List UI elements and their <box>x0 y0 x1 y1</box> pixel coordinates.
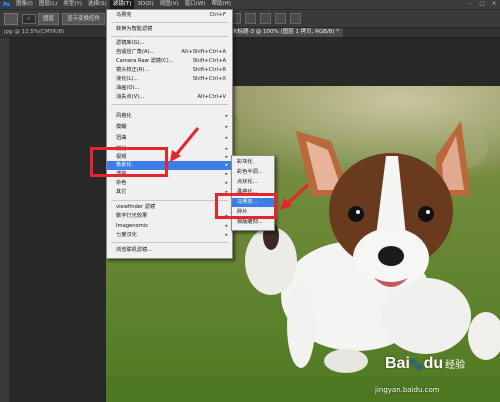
filter-menu-item[interactable]: viewfinder 滤镜 <box>107 203 232 212</box>
3d-mode-icon[interactable] <box>290 13 301 24</box>
filter-menu-item[interactable]: 杂色 ▸ <box>107 179 232 188</box>
filter-menu-item[interactable]: 风格化 ▸ <box>107 112 232 121</box>
auto-select-checkbox[interactable]: ✓ <box>22 14 36 24</box>
submenu-arrow-icon: ▸ <box>225 162 228 168</box>
menu-filter[interactable]: 滤镜(T) <box>109 0 135 9</box>
menu-divider <box>111 200 228 201</box>
baidu-logo: Bai🐾du <box>385 355 444 372</box>
filter-menu-item[interactable]: 滤镜库(G)... <box>107 39 232 48</box>
show-transform-controls[interactable]: 显示变换控件 <box>62 13 106 25</box>
watermark-brand: 经验 <box>445 360 466 371</box>
filter-menu-item[interactable]: 马赛克 Ctrl+F <box>107 11 232 20</box>
move-tool-icon[interactable] <box>4 13 18 25</box>
minimize-icon[interactable]: – <box>464 0 476 9</box>
filter-menu-item[interactable]: 液化(L)... Shift+Ctrl+X <box>107 75 232 84</box>
filter-menu-item[interactable]: 转换为智能滤镜 <box>107 25 232 34</box>
photoshop-logo-icon: Ps <box>2 0 11 9</box>
options-bar: ✓ 图层 显示变换控件 <box>0 10 500 28</box>
filter-menu-item[interactable]: 模糊 ▸ <box>107 123 232 132</box>
submenu-arrow-icon: ▸ <box>225 113 228 119</box>
filter-menu-item[interactable]: 七度汉化 ▸ <box>107 231 232 240</box>
menu-layer[interactable]: 图层(L) <box>36 0 60 9</box>
baidu-watermark: Bai🐾du 经验 jingyan.baidu.com <box>375 355 466 394</box>
tab-document-2[interactable]: 未标题-3 @ 100% (图层 1 拷贝, RGB/8) * <box>228 28 343 37</box>
filter-menu-item[interactable]: Imagenomic ▸ <box>107 222 232 231</box>
maximize-icon[interactable]: □ <box>476 0 488 9</box>
submenu-arrow-icon: ▸ <box>225 124 228 130</box>
menu-help[interactable]: 帮助(H) <box>208 0 233 9</box>
submenu-arrow-icon: ▸ <box>225 135 228 141</box>
tab-document-1[interactable]: jpg @ 12.5%(CMYK/8) <box>0 28 68 37</box>
menu-divider <box>111 104 228 105</box>
annotation-box-mosaic <box>215 193 277 219</box>
menu-divider <box>111 242 228 243</box>
submenu-item[interactable]: 点状化... <box>232 178 274 187</box>
align-right-icon[interactable] <box>260 13 271 24</box>
menu-bar: Ps 图像(I) 图层(L) 类型(Y) 选择(S) 滤镜(T) 3D(D) 视… <box>0 0 500 10</box>
filter-menu-item[interactable]: 油画(O)... <box>107 84 232 93</box>
submenu-arrow-icon: ▸ <box>225 171 228 177</box>
submenu-item[interactable]: 彩色半调... <box>232 168 274 177</box>
watermark-url: jingyan.baidu.com <box>375 386 440 394</box>
submenu-arrow-icon: ▸ <box>225 180 228 186</box>
menu-3d[interactable]: 3D(D) <box>134 0 156 9</box>
filter-menu-item[interactable]: 数字灯光效果 ▸ <box>107 212 232 221</box>
filter-menu: 马赛克 Ctrl+F 转换为智能滤镜 滤镜库(G)... 自适应广角(A)... A… <box>106 9 233 259</box>
filter-menu-item[interactable]: Camera Raw 滤镜(C)... Shift+Ctrl+A <box>107 57 232 66</box>
toolbox-panel <box>0 38 9 402</box>
align-icons <box>230 13 301 24</box>
menu-divider <box>111 22 228 23</box>
close-icon[interactable]: ✕ <box>488 0 500 9</box>
submenu-item[interactable]: 彩块化 <box>232 158 274 167</box>
annotation-box-pixelate <box>90 147 168 177</box>
filter-menu-item[interactable]: 浏览联机滤镜... <box>107 246 232 255</box>
filter-menu-item[interactable]: 扭曲 ▸ <box>107 134 232 143</box>
submenu-arrow-icon: ▸ <box>225 223 228 229</box>
distribute-icon[interactable] <box>275 13 286 24</box>
menu-divider <box>111 36 228 37</box>
menu-select[interactable]: 选择(S) <box>85 0 110 9</box>
window-controls: – □ ✕ <box>464 0 500 9</box>
menu-type[interactable]: 类型(Y) <box>60 0 85 9</box>
menu-window[interactable]: 窗口(W) <box>182 0 209 9</box>
menu-view[interactable]: 视图(V) <box>157 0 182 9</box>
menu-image[interactable]: 图像(I) <box>13 0 36 9</box>
filter-menu-item[interactable]: 消失点(V)... Alt+Ctrl+V <box>107 93 232 102</box>
filter-menu-item[interactable]: 自适应广角(A)... Alt+Shift+Ctrl+A <box>107 48 232 57</box>
submenu-item[interactable]: 铜版雕刻... <box>232 218 274 227</box>
document-tabs: jpg @ 12.5%(CMYK/8) 未标题-3 @ 100% (图层 1 拷… <box>0 28 500 38</box>
submenu-arrow-icon: ▸ <box>225 232 228 238</box>
align-center-icon[interactable] <box>245 13 256 24</box>
filter-menu-item[interactable]: 镜头校正(R)... Shift+Ctrl+R <box>107 66 232 75</box>
filter-menu-item[interactable]: 其它 ▸ <box>107 188 232 197</box>
paw-icon: 🐾 <box>409 359 424 371</box>
layer-dropdown[interactable]: 图层 <box>38 13 60 25</box>
